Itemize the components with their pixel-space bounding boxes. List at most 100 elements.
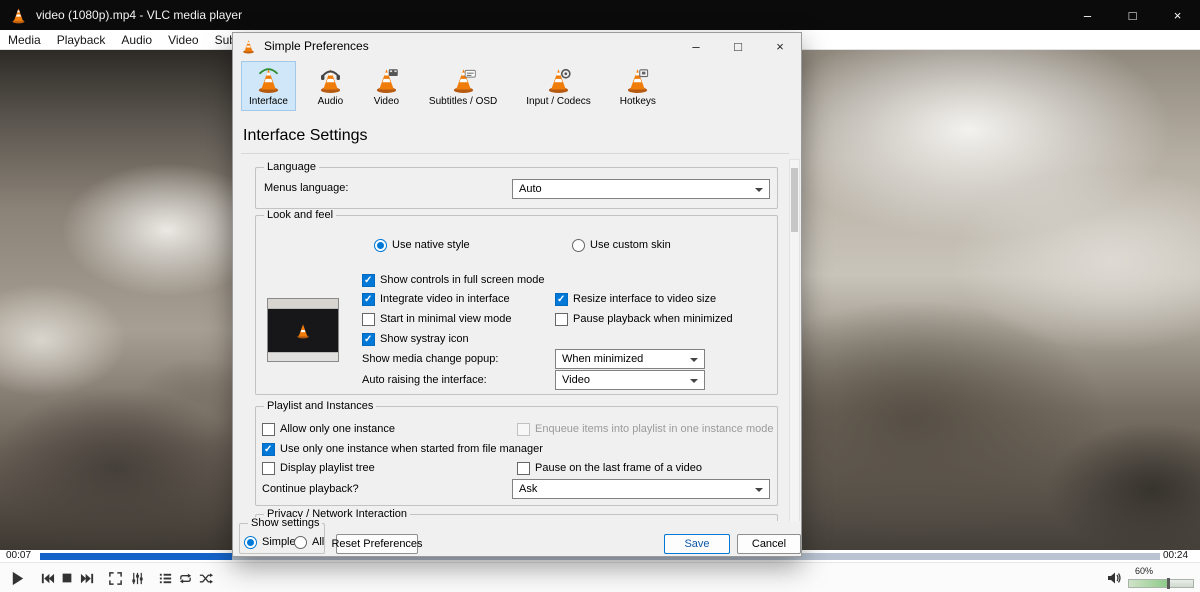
checkbox-display-playlist-tree[interactable]: Display playlist tree (262, 460, 375, 476)
menu-video[interactable]: Video (160, 30, 206, 50)
checkbox-label: Pause playback when minimized (573, 313, 733, 325)
radio-all[interactable]: All (294, 534, 324, 550)
look-and-feel-group: Look and feel Use native style Use custo… (255, 215, 778, 395)
checkbox-box (262, 423, 275, 436)
checkbox-pause-when-minimized[interactable]: Pause playback when minimized (555, 311, 733, 327)
video-cone-icon (373, 67, 400, 94)
checkbox-pause-last-frame[interactable]: Pause on the last frame of a video (517, 460, 702, 476)
time-duration: 00:24 (1163, 550, 1188, 561)
extended-settings-button[interactable] (127, 568, 147, 588)
checkbox-integrate-video[interactable]: Integrate video in interface (362, 291, 510, 307)
video-frame-left (0, 50, 232, 550)
checkbox-one-instance-file-manager[interactable]: Use only one instance when started from … (262, 441, 543, 457)
save-button[interactable]: Save (664, 534, 730, 554)
volume-slider-handle[interactable] (1167, 578, 1170, 589)
look-and-feel-group-title: Look and feel (264, 209, 336, 221)
checkbox-box (517, 423, 530, 436)
dropdown-value: Auto (519, 183, 542, 195)
tab-audio[interactable]: Audio (309, 61, 352, 111)
checkbox-box (362, 333, 375, 346)
tab-input-codecs[interactable]: Input / Codecs (518, 61, 598, 111)
dropdown-value: When minimized (562, 353, 643, 365)
continue-playback-dropdown[interactable]: Ask (512, 479, 770, 499)
auto-raising-dropdown[interactable]: Video (555, 370, 705, 390)
radio-dot (294, 536, 307, 549)
hotkeys-cone-icon (624, 67, 651, 94)
media-change-popup-dropdown[interactable]: When minimized (555, 349, 705, 369)
tab-label: Hotkeys (620, 96, 656, 107)
menu-playback[interactable]: Playback (49, 30, 114, 50)
checkbox-box (555, 293, 568, 306)
fullscreen-button[interactable] (105, 568, 125, 588)
close-button[interactable]: × (1155, 0, 1200, 30)
checkbox-label: Pause on the last frame of a video (535, 462, 702, 474)
preview-controls-bar (268, 352, 338, 361)
dropdown-value: Ask (519, 483, 537, 495)
volume-percent-label: 60% (1135, 566, 1153, 576)
volume-icon[interactable] (1104, 568, 1124, 588)
tab-interface[interactable]: Interface (241, 61, 296, 111)
radio-dot (244, 536, 257, 549)
vlc-cone-icon (10, 7, 27, 24)
radio-use-native-style[interactable]: Use native style (374, 237, 470, 253)
tab-video[interactable]: Video (365, 61, 408, 111)
scrollbar-thumb[interactable] (791, 168, 798, 232)
radio-label: Use native style (392, 239, 470, 251)
checkbox-allow-one-instance[interactable]: Allow only one instance (262, 421, 395, 437)
playlist-instances-group: Playlist and Instances Allow only one in… (255, 406, 778, 506)
playlist-button[interactable] (155, 568, 175, 588)
tab-label: Input / Codecs (526, 96, 590, 107)
previous-button[interactable] (37, 568, 57, 588)
menu-media[interactable]: Media (0, 30, 49, 50)
simple-preferences-dialog: Simple Preferences – □ × Interface Audio… (232, 32, 802, 557)
checkbox-show-controls-fullscreen[interactable]: Show controls in full screen mode (362, 272, 544, 288)
dialog-titlebar: Simple Preferences – □ × (233, 33, 801, 59)
interface-cone-icon (255, 67, 282, 94)
maximize-button[interactable]: □ (1110, 0, 1155, 30)
preview-video-area (268, 309, 338, 352)
preview-titlebar (268, 299, 338, 309)
checkbox-box (362, 293, 375, 306)
reset-preferences-button[interactable]: Reset Preferences (336, 534, 418, 554)
menus-language-dropdown[interactable]: Auto (512, 179, 770, 199)
preferences-toolbar: Interface Audio Video Subtitles / OSD In… (241, 61, 664, 111)
radio-simple[interactable]: Simple (244, 534, 296, 550)
menu-audio[interactable]: Audio (113, 30, 160, 50)
page-title: Interface Settings (243, 127, 368, 145)
preview-cone-icon (295, 323, 311, 339)
checkbox-label: Show controls in full screen mode (380, 274, 544, 286)
radio-use-custom-skin[interactable]: Use custom skin (572, 237, 671, 253)
checkbox-box (517, 462, 530, 475)
dialog-scrollbar[interactable] (789, 159, 800, 523)
language-group: Language Menus language: Auto (255, 167, 778, 209)
checkbox-label: Integrate video in interface (380, 293, 510, 305)
checkbox-label: Show systray icon (380, 333, 469, 345)
checkbox-minimal-view[interactable]: Start in minimal view mode (362, 311, 511, 327)
radio-label: All (312, 536, 324, 548)
loop-button[interactable] (175, 568, 195, 588)
media-change-popup-label: Show media change popup: (362, 353, 498, 365)
volume-slider[interactable] (1128, 579, 1194, 588)
audio-cone-icon (317, 67, 344, 94)
dialog-minimize-button[interactable]: – (675, 33, 717, 59)
checkbox-resize-interface[interactable]: Resize interface to video size (555, 291, 716, 307)
stop-button[interactable] (57, 568, 77, 588)
next-button[interactable] (77, 568, 97, 588)
heading-divider (241, 153, 789, 154)
input-codecs-cone-icon (545, 67, 572, 94)
minimize-button[interactable]: – (1065, 0, 1110, 30)
play-button[interactable] (4, 568, 30, 588)
radio-label: Simple (262, 536, 296, 548)
checkbox-box (262, 462, 275, 475)
checkbox-show-systray[interactable]: Show systray icon (362, 331, 469, 347)
cancel-button[interactable]: Cancel (737, 534, 801, 554)
dialog-close-button[interactable]: × (759, 33, 801, 59)
tab-subtitles-osd[interactable]: Subtitles / OSD (421, 61, 505, 111)
dialog-maximize-button[interactable]: □ (717, 33, 759, 59)
checkbox-enqueue-items: Enqueue items into playlist in one insta… (517, 421, 773, 437)
tab-hotkeys[interactable]: Hotkeys (612, 61, 664, 111)
playback-controls-bar: 60% (0, 562, 1200, 592)
radio-dot (374, 239, 387, 252)
main-titlebar: video (1080p).mp4 - VLC media player – □… (0, 0, 1200, 30)
shuffle-button[interactable] (195, 568, 215, 588)
